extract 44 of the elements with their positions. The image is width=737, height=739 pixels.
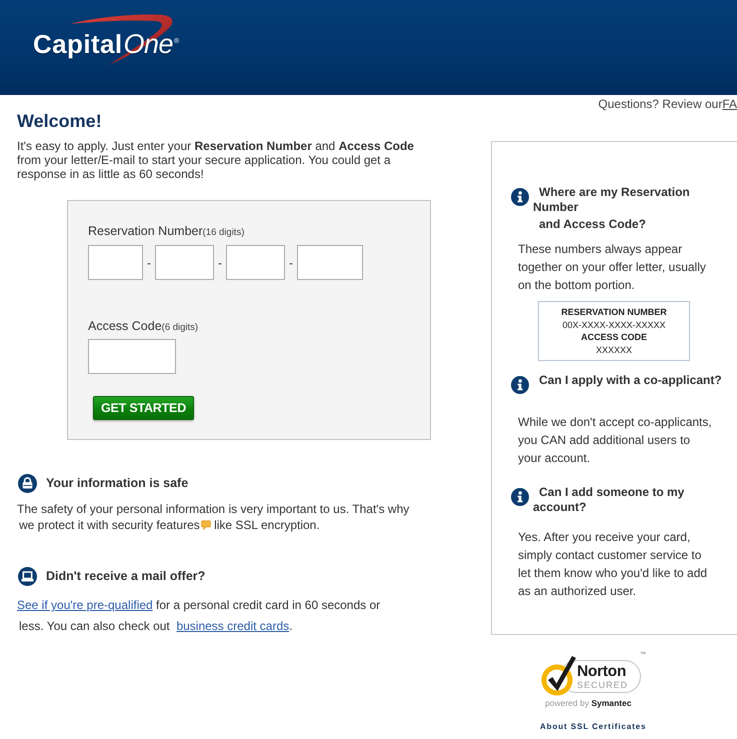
section-text: The safety of your personal information is very important to us. That's why we protect it with security features like SSL encryption. [17,501,410,533]
help-text: Questions? Review our [598,97,722,111]
sample-value: XXXXXX [594,344,634,356]
field-label: Access Code [88,319,162,333]
section-heading: Didn't receive a mail offer? [46,569,206,583]
checkmark-badge-icon [540,654,578,696]
field-hint: (16 digits) [202,227,244,238]
faq-question: Can I add someone to my account? [533,485,686,515]
norton-wordmark: Norton [577,664,627,678]
faq-answer: These numbers always appear together on your offer letter, usually on the bottom portion. [518,241,707,294]
reservation-number-field[interactable] [88,245,143,280]
laptop-icon [18,566,37,586]
dash-separator: - [146,256,152,270]
faq-answer: While we don't accept co-applicants, you CAN add additional users to your account. [518,414,713,467]
info-icon [511,376,529,394]
sample-value: 00X-XXXX-XXXX-XXXXX [561,318,667,331]
section-text: See if you're pre-qualified for a personal credit card in 60 seconds or less. You can also check out business credit cards. [17,597,382,635]
lock-icon [18,474,37,492]
reservation-number-field[interactable] [155,245,214,280]
field-hint: (6 digits) [162,322,198,333]
reservation-number-field[interactable] [297,245,363,280]
faq-question: Where are my Reservation Number and Access Code? [533,185,691,232]
access-code-field[interactable] [88,339,176,374]
secured-label: SECURED [577,680,630,690]
speech-bubble-icon [200,520,211,530]
powered-by-text: powered by Symantec [545,698,632,708]
info-icon [511,488,529,506]
faq-answer: Yes. After you receive your card, simply contact customer service to let them know who you'd like to add as an authorized user. [518,529,708,600]
section-heading: Your information is safe [46,476,188,490]
dash-separator: - [217,256,223,270]
field-label: Reservation Number [88,224,203,238]
get-started-button[interactable]: GET STARTED [93,396,194,420]
faq-link[interactable]: FA [722,97,737,111]
info-icon [511,188,529,206]
faq-question: Can I apply with a co-applicant? [538,373,723,388]
sample-label: ACCESS CODE [580,331,648,344]
sample-label: RESERVATION NUMBER [560,306,668,318]
text-link[interactable]: business credit cards [176,619,290,633]
intro-text: It's easy to apply. Just enter your Reservation Number and Access Code from your letter/E-mail to start your secure application. You could get a response in as little as 60 seconds! [17,139,415,181]
text-link[interactable]: See if you're pre-qualified [17,598,153,612]
welcome-heading: Welcome! [17,111,103,131]
dash-separator: - [288,256,294,270]
ssl-certificates-link[interactable]: About SSL Certificates [540,722,646,732]
reservation-number-field[interactable] [226,245,285,280]
